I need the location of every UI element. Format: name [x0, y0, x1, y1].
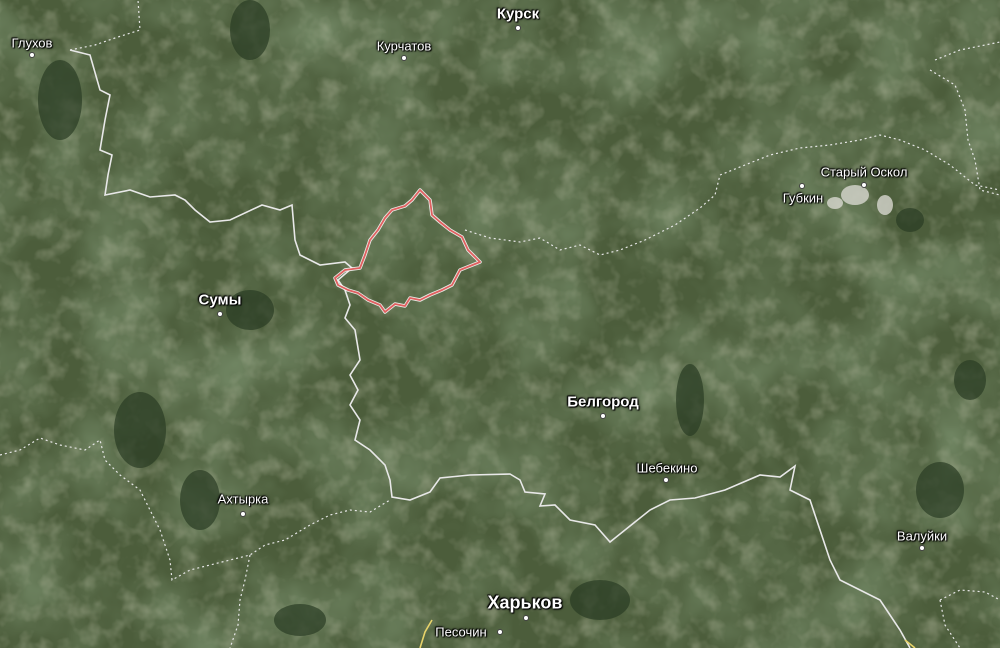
city-label-kursk[interactable]: Курск — [497, 6, 539, 23]
terrain-texture-light — [0, 0, 1000, 648]
city-label-shebekino[interactable]: Шебекино — [637, 461, 698, 476]
city-label-gubkin[interactable]: Губкин — [783, 191, 823, 206]
city-label-kharkov[interactable]: Харьков — [488, 593, 563, 614]
city-label-akhtyrka[interactable]: Ахтырка — [218, 492, 269, 507]
city-label-pesochin[interactable]: Песочин — [435, 625, 486, 640]
akhtyrka-dot — [240, 511, 246, 517]
city-label-kurchatov[interactable]: Курчатов — [377, 39, 432, 54]
belgorod-dot — [600, 413, 606, 419]
stary-oskol-dot — [861, 182, 867, 188]
valuyki-dot — [919, 545, 925, 551]
city-label-valuyki[interactable]: Валуйки — [897, 529, 947, 544]
satellite-map[interactable]: Курск Курчатов Глухов Старый Оскол Губки… — [0, 0, 1000, 648]
glukhov-dot — [29, 52, 35, 58]
gubkin-dot — [799, 183, 805, 189]
shebekino-dot — [663, 477, 669, 483]
kurchatov-dot — [401, 55, 407, 61]
kursk-dot — [515, 25, 521, 31]
kharkov-dot — [523, 615, 529, 621]
sumy-dot — [217, 311, 223, 317]
city-label-belgorod[interactable]: Белгород — [567, 394, 639, 411]
pesochin-dot — [497, 629, 503, 635]
city-label-glukhov[interactable]: Глухов — [12, 36, 53, 51]
city-label-stary-oskol[interactable]: Старый Оскол — [821, 165, 908, 180]
city-label-sumy[interactable]: Сумы — [199, 292, 242, 309]
terrain-layer — [0, 0, 1000, 648]
